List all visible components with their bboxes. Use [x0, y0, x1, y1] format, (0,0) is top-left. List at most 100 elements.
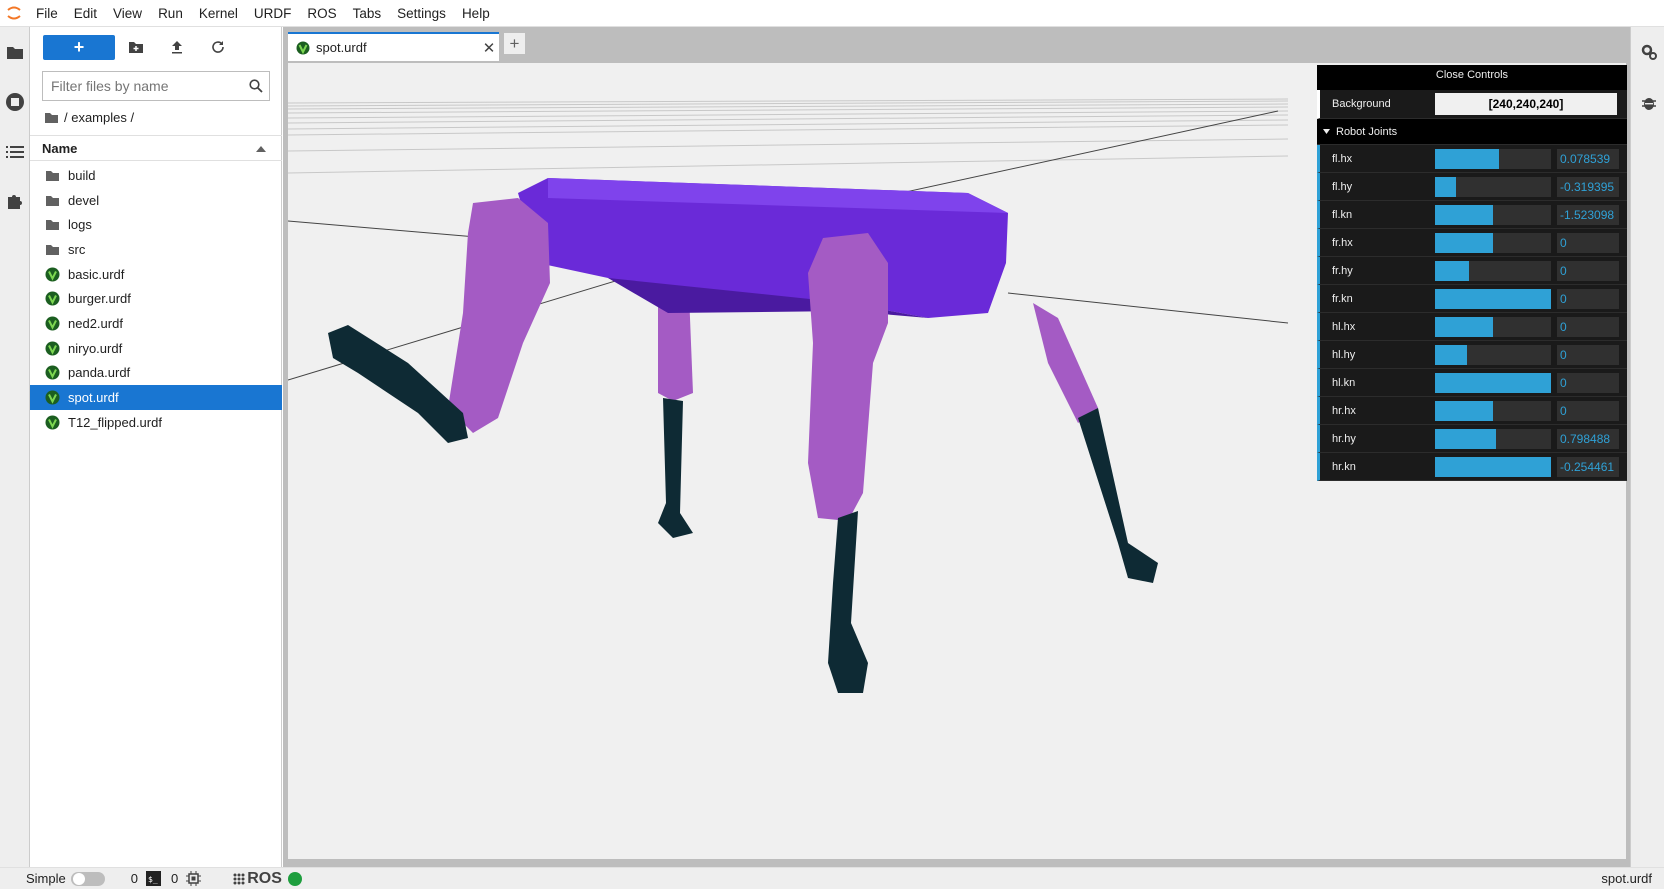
debugger-bug-icon[interactable]	[1641, 95, 1657, 114]
joint-value-input[interactable]: -1.523098	[1557, 204, 1619, 225]
menu-kernel[interactable]: Kernel	[191, 0, 246, 27]
table-of-contents-icon[interactable]	[4, 141, 26, 163]
joint-value-input[interactable]: 0	[1557, 260, 1619, 281]
file-list-item[interactable]: devel	[30, 188, 282, 213]
urdf-file-icon	[44, 315, 60, 331]
joint-value-input[interactable]: 0.798488	[1557, 428, 1619, 449]
property-inspector-gears-icon[interactable]	[1640, 43, 1658, 64]
menu-bar: File Edit View Run Kernel URDF ROS Tabs …	[0, 0, 1664, 27]
joint-value-input[interactable]: 0	[1557, 344, 1619, 365]
kernel-count[interactable]: 0	[171, 871, 178, 886]
folder-icon	[44, 241, 60, 257]
joint-name: hr.hx	[1332, 404, 1356, 417]
background-color-input[interactable]: [240,240,240]	[1435, 93, 1617, 115]
joint-slider[interactable]	[1435, 176, 1551, 197]
file-list-item[interactable]: basic.urdf	[30, 262, 282, 287]
joint-slider[interactable]	[1435, 148, 1551, 169]
terminal-count[interactable]: 0	[131, 871, 138, 886]
menu-view[interactable]: View	[105, 0, 150, 27]
menu-urdf[interactable]: URDF	[246, 0, 300, 27]
joint-control-fl-kn: fl.kn -1.523098	[1317, 201, 1627, 229]
menu-file[interactable]: File	[28, 0, 66, 27]
joint-control-fr-hy: fr.hy 0	[1317, 257, 1627, 285]
joint-value-input[interactable]: 0.078539	[1557, 148, 1619, 169]
breadcrumb-path[interactable]: / examples /	[64, 110, 134, 125]
file-name: burger.urdf	[68, 291, 131, 307]
new-launcher-button[interactable]: +	[43, 35, 115, 60]
svg-text:$_: $_	[148, 875, 158, 884]
file-list-item[interactable]: build	[30, 163, 282, 188]
file-filter-input[interactable]	[43, 78, 243, 94]
menu-run[interactable]: Run	[150, 0, 191, 27]
joint-value-input[interactable]: -0.319395	[1557, 176, 1619, 197]
extension-puzzle-icon[interactable]	[4, 190, 26, 212]
joint-slider[interactable]	[1435, 428, 1551, 449]
file-list-item[interactable]: T12_flipped.urdf	[30, 410, 282, 435]
jupyter-logo-icon	[0, 0, 28, 27]
menu-help[interactable]: Help	[454, 0, 498, 27]
joint-slider[interactable]	[1435, 232, 1551, 253]
home-folder-icon[interactable]	[44, 111, 59, 124]
name-column-header[interactable]: Name	[30, 141, 256, 156]
file-list-item[interactable]: panda.urdf	[30, 361, 282, 386]
joint-slider[interactable]	[1435, 204, 1551, 225]
joint-value-input[interactable]: 0	[1557, 372, 1619, 393]
joint-value-input[interactable]: -0.254461	[1557, 456, 1619, 477]
file-list-item[interactable]: src	[30, 237, 282, 262]
file-list-item[interactable]: niryo.urdf	[30, 336, 282, 361]
joint-name: hr.kn	[1332, 460, 1356, 473]
file-list-item[interactable]: burger.urdf	[30, 286, 282, 311]
joint-name: hl.hy	[1332, 348, 1356, 361]
joint-slider[interactable]	[1435, 344, 1551, 365]
file-name: logs	[68, 217, 92, 233]
refresh-icon[interactable]	[206, 36, 230, 58]
file-list-item[interactable]: ned2.urdf	[30, 311, 282, 336]
upload-icon[interactable]	[165, 36, 189, 58]
joint-slider[interactable]	[1435, 400, 1551, 421]
left-sidebar	[0, 27, 30, 867]
menu-edit[interactable]: Edit	[66, 0, 105, 27]
background-control: Background [240,240,240]	[1317, 90, 1627, 119]
folder-icon	[44, 192, 60, 208]
urdf-file-icon	[44, 340, 60, 356]
joint-slider-fill	[1435, 400, 1493, 421]
tab-spot-urdf[interactable]: spot.urdf ✕	[288, 32, 499, 61]
folder-icon[interactable]	[4, 41, 26, 63]
joint-slider-fill	[1435, 232, 1493, 253]
joint-value-input[interactable]: 0	[1557, 288, 1619, 309]
joint-slider[interactable]	[1435, 316, 1551, 337]
menu-ros[interactable]: ROS	[299, 0, 344, 27]
file-filter-field[interactable]	[42, 71, 270, 101]
simple-mode-toggle[interactable]	[70, 871, 105, 886]
joint-slider[interactable]	[1435, 260, 1551, 281]
joint-slider[interactable]	[1435, 372, 1551, 393]
file-list-item[interactable]: spot.urdf	[30, 385, 282, 410]
file-name: niryo.urdf	[68, 340, 123, 356]
joint-slider-fill	[1435, 456, 1551, 477]
joint-slider-fill	[1435, 176, 1456, 197]
sort-ascending-icon[interactable]	[256, 145, 266, 152]
file-list-item[interactable]: logs	[30, 212, 282, 237]
ros-label[interactable]: ROS	[247, 870, 282, 888]
status-bar: Simple 0 $_ 0 ROS spot.urdf	[0, 867, 1664, 889]
menu-tabs[interactable]: Tabs	[345, 0, 390, 27]
close-controls-button[interactable]: Close Controls	[1317, 65, 1627, 90]
joint-slider-fill	[1435, 428, 1497, 449]
add-tab-button[interactable]: +	[503, 32, 526, 55]
joint-slider[interactable]	[1435, 456, 1551, 477]
joint-slider[interactable]	[1435, 288, 1551, 309]
joint-value-input[interactable]: 0	[1557, 400, 1619, 421]
robot-joints-folder[interactable]: Robot Joints	[1317, 119, 1627, 145]
file-name: basic.urdf	[68, 266, 125, 282]
joint-value-input[interactable]: 0	[1557, 232, 1619, 253]
menu-settings[interactable]: Settings	[389, 0, 454, 27]
new-folder-icon[interactable]	[124, 36, 148, 58]
file-list-header: Name	[30, 135, 282, 161]
close-tab-icon[interactable]: ✕	[479, 39, 499, 57]
ground-grid	[288, 98, 1289, 174]
joint-value-input[interactable]: 0	[1557, 316, 1619, 337]
joint-name: fl.hx	[1332, 152, 1353, 165]
joint-list: fl.hx 0.078539 fl.hy -0.319395 fl.kn -1.52309…	[1317, 145, 1627, 481]
joint-control-fr-kn: fr.kn 0	[1317, 285, 1627, 313]
running-sessions-icon[interactable]	[4, 91, 26, 113]
